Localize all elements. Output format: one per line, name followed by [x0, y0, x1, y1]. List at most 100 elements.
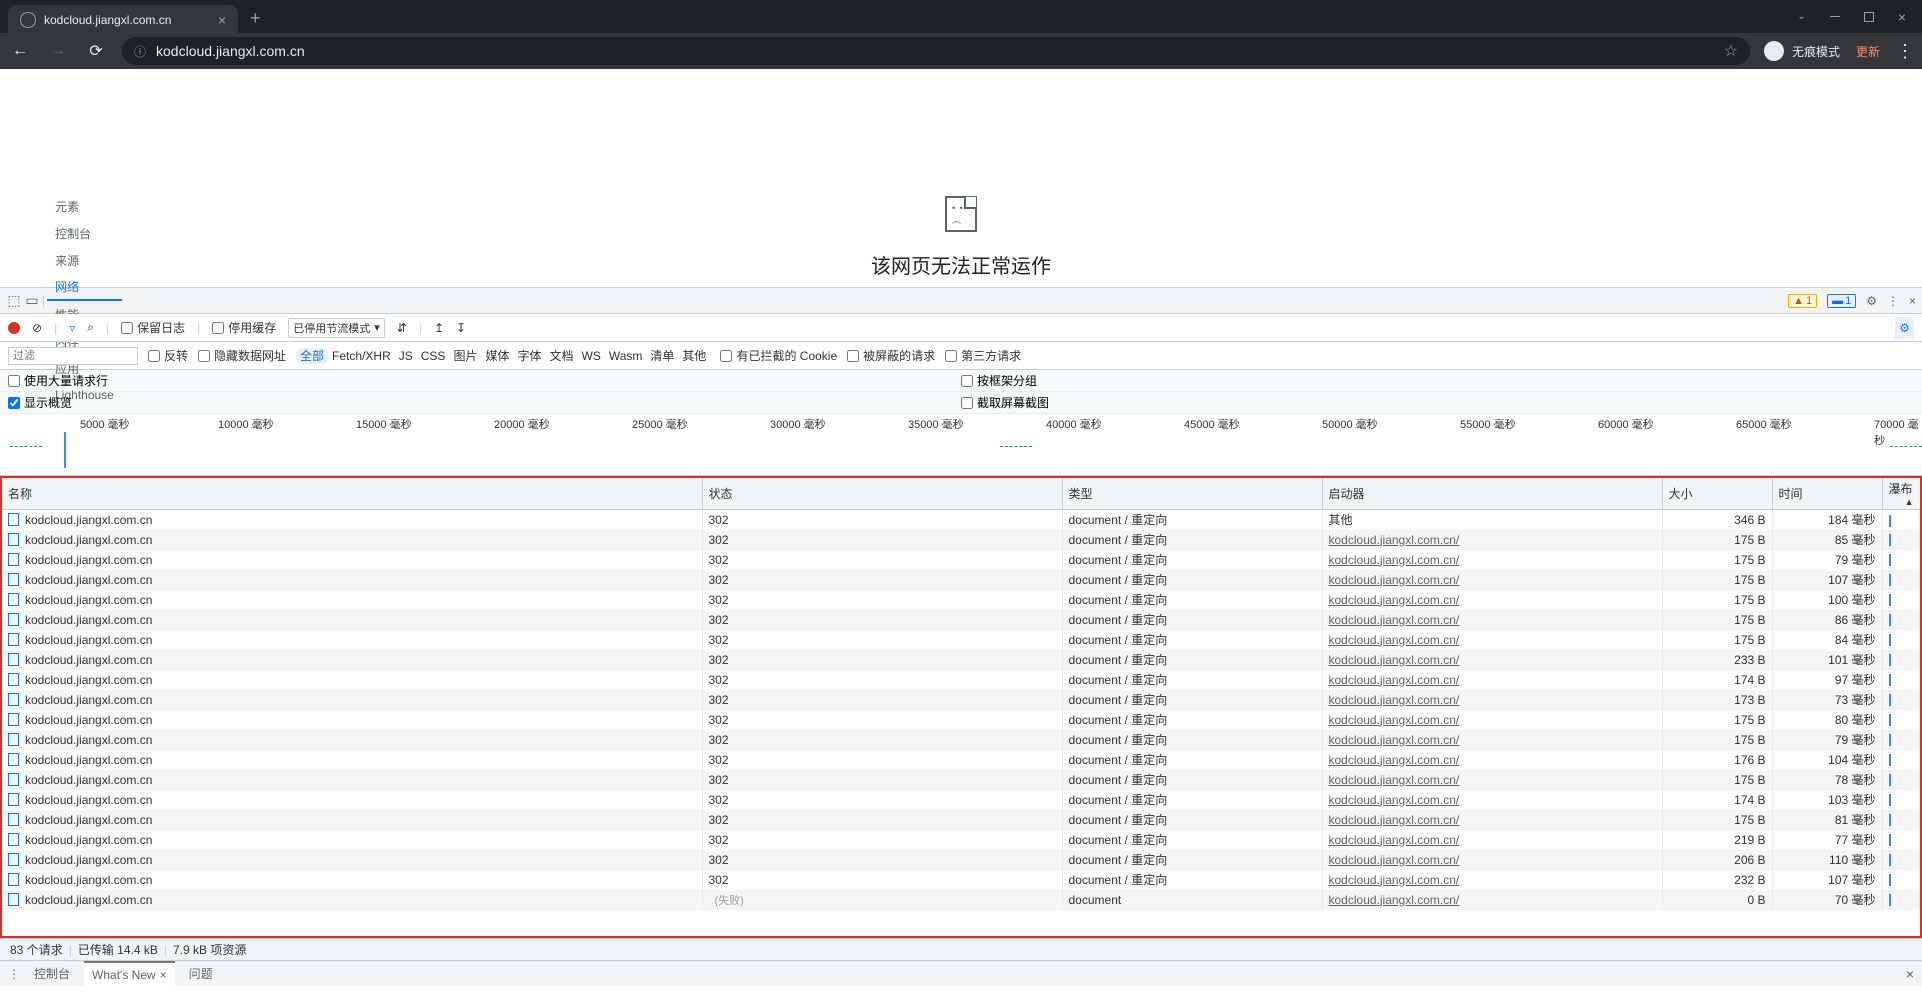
document-icon [8, 553, 19, 566]
table-row[interactable]: kodcloud.jiangxl.com.cn302document / 重定向… [2, 590, 1920, 610]
filter-type-CSS[interactable]: CSS [417, 348, 450, 364]
filter-icon[interactable]: ▿ [69, 321, 75, 335]
col-initiator[interactable]: 启动器 [1322, 478, 1662, 510]
drawer-menu-icon[interactable]: ⋮ [8, 967, 20, 981]
filter-input[interactable] [8, 347, 138, 365]
throttling-select[interactable]: 已停用节流模式 ▾ [288, 318, 385, 338]
timeline-tick: 10000 毫秒 [218, 416, 274, 432]
filter-type-媒体[interactable]: 媒体 [481, 348, 513, 364]
filter-type-JS[interactable]: JS [395, 348, 417, 364]
table-row[interactable]: kodcloud.jiangxl.com.cn302document / 重定向… [2, 610, 1920, 630]
record-button[interactable] [8, 322, 20, 334]
timeline-tick: 40000 毫秒 [1046, 416, 1102, 432]
devtools-tab-控制台[interactable]: 控制台 [47, 220, 122, 247]
table-row[interactable]: kodcloud.jiangxl.com.cn302document / 重定向… [2, 710, 1920, 730]
drawer-tab-console[interactable]: 控制台 [26, 961, 78, 987]
col-time[interactable]: 时间 [1772, 478, 1882, 510]
disable-cache-checkbox[interactable]: 停用缓存 [212, 319, 276, 336]
col-type[interactable]: 类型 [1062, 478, 1322, 510]
issues-badge[interactable]: ▬ 1 [1827, 294, 1856, 308]
filter-type-全部[interactable]: 全部 [296, 348, 328, 364]
browser-menu-icon[interactable]: ⋮ [1896, 41, 1914, 62]
table-row[interactable]: kodcloud.jiangxl.com.cn302document / 重定向… [2, 630, 1920, 650]
back-button[interactable]: ← [8, 42, 32, 60]
invert-checkbox[interactable]: 反转 [148, 347, 188, 364]
document-icon [8, 833, 19, 846]
hide-data-urls-checkbox[interactable]: 隐藏数据网址 [198, 347, 286, 364]
table-row[interactable]: kodcloud.jiangxl.com.cn302document / 重定向… [2, 850, 1920, 870]
wifi-icon[interactable]: ⇵ [397, 321, 407, 335]
chevron-down-icon[interactable]: ⌄ [1797, 11, 1805, 22]
minimize-button[interactable] [1830, 16, 1840, 17]
browser-tab[interactable]: kodcloud.jiangxl.com.cn × [8, 5, 238, 35]
table-row[interactable]: kodcloud.jiangxl.com.cn302document / 重定向… [2, 750, 1920, 770]
drawer-close-icon[interactable]: × [1906, 966, 1914, 982]
table-row[interactable]: kodcloud.jiangxl.com.cn302document / 重定向… [2, 570, 1920, 590]
network-settings-icon[interactable]: ⚙ [1895, 317, 1914, 339]
info-icon[interactable]: ⓘ [134, 43, 146, 60]
table-row[interactable]: kodcloud.jiangxl.com.cn302document / 重定向… [2, 810, 1920, 830]
filter-type-字体[interactable]: 字体 [513, 348, 545, 364]
more-icon[interactable]: ⋮ [1887, 294, 1899, 308]
col-status[interactable]: 状态 [702, 478, 1062, 510]
filter-type-其他[interactable]: 其他 [678, 348, 710, 364]
table-row[interactable]: kodcloud.jiangxl.com.cn302document / 重定向… [2, 730, 1920, 750]
devtools-tab-元素[interactable]: 元素 [47, 193, 122, 220]
show-overview-checkbox[interactable]: 显示概览 [8, 394, 72, 411]
devtools-tab-来源[interactable]: 来源 [47, 247, 122, 274]
document-icon [8, 893, 19, 906]
col-size[interactable]: 大小 [1662, 478, 1772, 510]
filter-type-清单[interactable]: 清单 [646, 348, 678, 364]
group-by-frame-checkbox[interactable]: 按框架分组 [961, 372, 1037, 389]
warnings-badge[interactable]: ▲ 1 [1788, 294, 1817, 308]
blocked-cookies-checkbox[interactable]: 有已拦截的 Cookie [720, 347, 837, 364]
filter-type-文档[interactable]: 文档 [545, 348, 577, 364]
network-table: 名称 状态 类型 启动器 大小 时间 瀑布▲ kodcloud.jiangxl.… [0, 476, 1922, 938]
device-icon[interactable]: ▭ [24, 292, 40, 309]
table-row[interactable]: kodcloud.jiangxl.com.cn302document / 重定向… [2, 550, 1920, 570]
third-party-checkbox[interactable]: 第三方请求 [945, 347, 1021, 364]
drawer-tab-issues[interactable]: 问题 [181, 961, 221, 987]
close-icon[interactable]: × [218, 12, 226, 28]
search-icon[interactable]: ⌕ [87, 320, 94, 335]
table-row[interactable]: kodcloud.jiangxl.com.cn302document / 重定向… [2, 690, 1920, 710]
table-row[interactable]: kodcloud.jiangxl.com.cn(失败)documentkodcl… [2, 890, 1920, 910]
table-row[interactable]: kodcloud.jiangxl.com.cn302document / 重定向… [2, 790, 1920, 810]
col-name[interactable]: 名称 [2, 478, 702, 510]
preserve-log-checkbox[interactable]: 保留日志 [121, 319, 185, 336]
clear-icon[interactable]: ⊘ [32, 321, 42, 335]
incognito-icon[interactable] [1764, 41, 1784, 61]
reload-button[interactable]: ⟳ [84, 41, 108, 61]
filter-type-图片[interactable]: 图片 [449, 348, 481, 364]
devtools-tab-网络[interactable]: 网络 [47, 274, 122, 301]
blocked-requests-checkbox[interactable]: 被屏蔽的请求 [847, 347, 935, 364]
download-icon[interactable]: ↧ [456, 321, 466, 335]
col-waterfall[interactable]: 瀑布▲ [1882, 478, 1920, 510]
network-timeline[interactable]: 5000 毫秒10000 毫秒15000 毫秒20000 毫秒25000 毫秒3… [0, 414, 1922, 476]
upload-icon[interactable]: ↥ [434, 321, 444, 335]
table-row[interactable]: kodcloud.jiangxl.com.cn302document / 重定向… [2, 510, 1920, 530]
close-icon[interactable]: × [160, 968, 167, 982]
table-row[interactable]: kodcloud.jiangxl.com.cn302document / 重定向… [2, 670, 1920, 690]
new-tab-button[interactable]: + [250, 8, 261, 29]
close-icon[interactable]: × [1909, 294, 1916, 308]
window-close-button[interactable]: × [1898, 9, 1906, 25]
filter-type-Wasm[interactable]: Wasm [605, 348, 647, 364]
table-row[interactable]: kodcloud.jiangxl.com.cn302document / 重定向… [2, 830, 1920, 850]
table-row[interactable]: kodcloud.jiangxl.com.cn302document / 重定向… [2, 530, 1920, 550]
maximize-button[interactable] [1864, 12, 1874, 22]
capture-screenshots-checkbox[interactable]: 截取屏幕截图 [961, 394, 1049, 411]
table-row[interactable]: kodcloud.jiangxl.com.cn302document / 重定向… [2, 650, 1920, 670]
update-button[interactable]: 更新 [1848, 39, 1888, 64]
gear-icon[interactable]: ⚙ [1866, 294, 1877, 308]
filter-type-WS[interactable]: WS [578, 348, 605, 364]
filter-type-Fetch/XHR[interactable]: Fetch/XHR [328, 348, 395, 364]
url-input[interactable]: ⓘ kodcloud.jiangxl.com.cn ☆ [122, 37, 1750, 65]
table-header-row[interactable]: 名称 状态 类型 启动器 大小 时间 瀑布▲ [2, 478, 1920, 510]
large-rows-checkbox[interactable]: 使用大量请求行 [8, 372, 108, 389]
drawer-tab-whatsnew[interactable]: What's New × [84, 961, 175, 987]
table-row[interactable]: kodcloud.jiangxl.com.cn302document / 重定向… [2, 870, 1920, 890]
bookmark-icon[interactable]: ☆ [1724, 41, 1738, 61]
inspect-icon[interactable]: ⬚ [6, 292, 22, 309]
table-row[interactable]: kodcloud.jiangxl.com.cn302document / 重定向… [2, 770, 1920, 790]
